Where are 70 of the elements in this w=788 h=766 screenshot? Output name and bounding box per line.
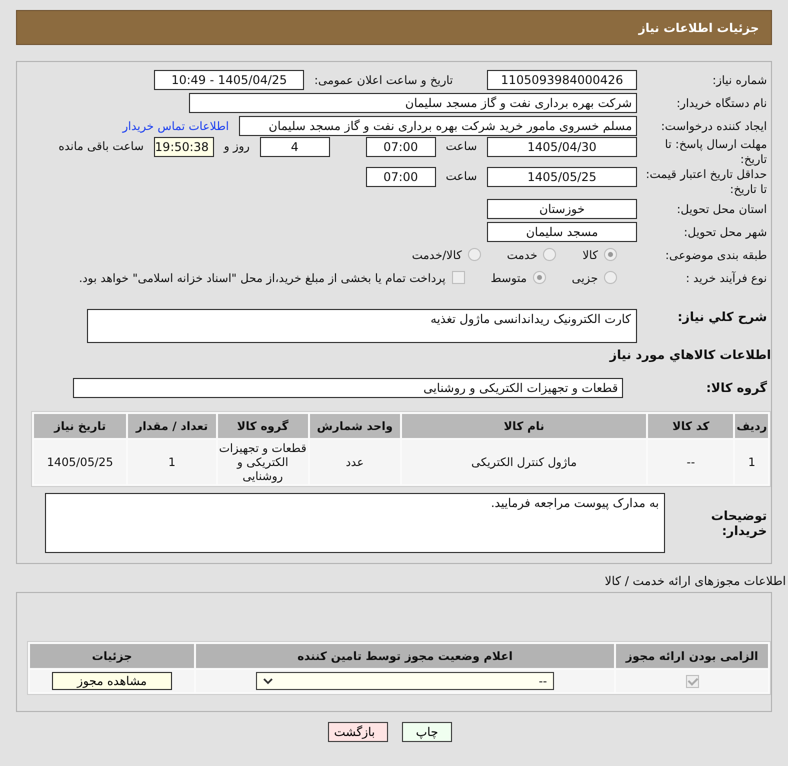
field-label: شرح کلي نياز: bbox=[676, 309, 768, 324]
field-label: شهر محل تحویل: bbox=[682, 224, 768, 238]
table-cell: 1 bbox=[735, 440, 768, 484]
view-license-button[interactable]: مشاهده مجوز bbox=[52, 672, 172, 690]
column-header: تاریخ نیاز bbox=[34, 414, 126, 438]
radio-button[interactable] bbox=[532, 271, 546, 284]
table-cell: ماژول کنترل الکتریکی bbox=[402, 440, 646, 484]
caret-icon bbox=[263, 678, 273, 684]
back-button[interactable]: بازگشت bbox=[328, 722, 388, 742]
deadline-time-field: 07:00 bbox=[366, 137, 436, 157]
column-header: اعلام وضعیت مجوز توسط تامین کننده bbox=[196, 644, 614, 668]
province-field: خوزستان bbox=[487, 198, 637, 218]
field-label: توضیحات خریدار: bbox=[710, 508, 768, 538]
table-cell: عدد bbox=[310, 440, 400, 484]
field-label: حداقل تاریخ اعتبار قیمت: تا تاریخ: bbox=[644, 167, 768, 197]
description-field: کارت الکترونیک ریداندانسی ماژول تغذیه bbox=[87, 309, 637, 343]
checkbox-label: پرداخت تمام یا بخشی از مبلغ خرید،از محل "اسناد خزانه اسلامی" خواهد بود. bbox=[78, 270, 446, 284]
column-header: واحد شمارش bbox=[310, 414, 400, 438]
radio-label: کالا/خدمت bbox=[412, 248, 462, 262]
section-title: اطلاعات کالاهاي مورد نياز bbox=[610, 347, 771, 362]
table-cell: قطعات و تجهیزات الکتریکی و روشنایی bbox=[218, 440, 308, 484]
radio-button[interactable] bbox=[604, 248, 617, 261]
buyer-contact-link[interactable]: اطلاعات تماس خریدار bbox=[122, 118, 229, 132]
buyer-notes-field: به مدارک پیوست مراجعه فرمایید. bbox=[45, 493, 665, 553]
column-header: گروه کالا bbox=[218, 414, 308, 438]
field-label: نوع فرآیند خرید : bbox=[684, 270, 768, 284]
buyer-field: شرکت بهره برداری نفت و گاز مسجد سلیمان bbox=[189, 92, 637, 112]
field-label: ساعت bbox=[444, 138, 478, 153]
goods-group-field: قطعات و تجهیزات الکتریکی و روشنایی bbox=[73, 378, 623, 398]
radio-button[interactable] bbox=[543, 248, 556, 261]
status-dropdown[interactable]: -- bbox=[256, 672, 554, 690]
field-label: ساعت bbox=[444, 168, 478, 183]
radio-label: جزیی bbox=[572, 270, 598, 284]
column-header: نام کالا bbox=[402, 414, 646, 438]
deadline-date-field: 1405/04/30 bbox=[487, 137, 637, 157]
validity-time-field: 07:00 bbox=[366, 167, 436, 187]
field-label: شماره نیاز: bbox=[711, 72, 768, 86]
field-label: ایجاد کننده درخواست: bbox=[660, 118, 768, 132]
city-field: مسجد سلیمان bbox=[487, 222, 637, 242]
need-number-field: 1105093984000426 bbox=[487, 70, 637, 90]
table-cell: 1 bbox=[128, 440, 216, 484]
checkbox[interactable] bbox=[452, 271, 465, 284]
field-label: استان محل تحویل: bbox=[676, 202, 768, 216]
field-label: تاریخ و ساعت اعلان عمومی: bbox=[314, 72, 453, 86]
radio-label: کالا bbox=[582, 248, 598, 262]
creator-field: مسلم خسروی مامور خرید شرکت بهره برداری نفت و گاز مسجد سلیمان bbox=[239, 116, 637, 136]
column-header: جزئیات bbox=[30, 644, 194, 668]
table-cell: 1405/05/25 bbox=[34, 440, 126, 484]
validity-date-field: 1405/05/25 bbox=[487, 167, 637, 187]
field-label: طبقه بندی موضوعی: bbox=[664, 248, 768, 262]
column-header: تعداد / مقدار bbox=[128, 414, 216, 438]
radio-button[interactable] bbox=[604, 271, 617, 284]
radio-label: خدمت bbox=[506, 248, 538, 262]
print-button[interactable]: چاپ bbox=[402, 722, 452, 742]
radio-label: متوسط bbox=[490, 270, 527, 284]
column-header: الزامی بودن ارائه مجوز bbox=[616, 644, 768, 668]
column-header: ردیف bbox=[735, 414, 768, 438]
field-label: گروه کالا: bbox=[705, 380, 768, 395]
page-title: جزئیات اطلاعات نیاز bbox=[638, 20, 759, 34]
field-label: نام دستگاه خریدار: bbox=[675, 96, 768, 110]
radio-button[interactable] bbox=[468, 248, 481, 261]
field-label: ساعت باقی مانده bbox=[58, 138, 145, 153]
section-title: اطلاعات مجوزهای ارائه خدمت / کالا bbox=[604, 574, 786, 588]
field-label: روز و bbox=[222, 138, 251, 153]
table-cell: -- bbox=[648, 440, 734, 484]
field-label: مهلت ارسال پاسخ: تا تاریخ: bbox=[664, 137, 768, 167]
remaining-time-field: 19:50:38 bbox=[154, 137, 214, 157]
days-field: 4 bbox=[260, 137, 330, 157]
column-header: کد کالا bbox=[648, 414, 734, 438]
announce-date-field: 1405/04/25 - 10:49 bbox=[154, 70, 304, 90]
